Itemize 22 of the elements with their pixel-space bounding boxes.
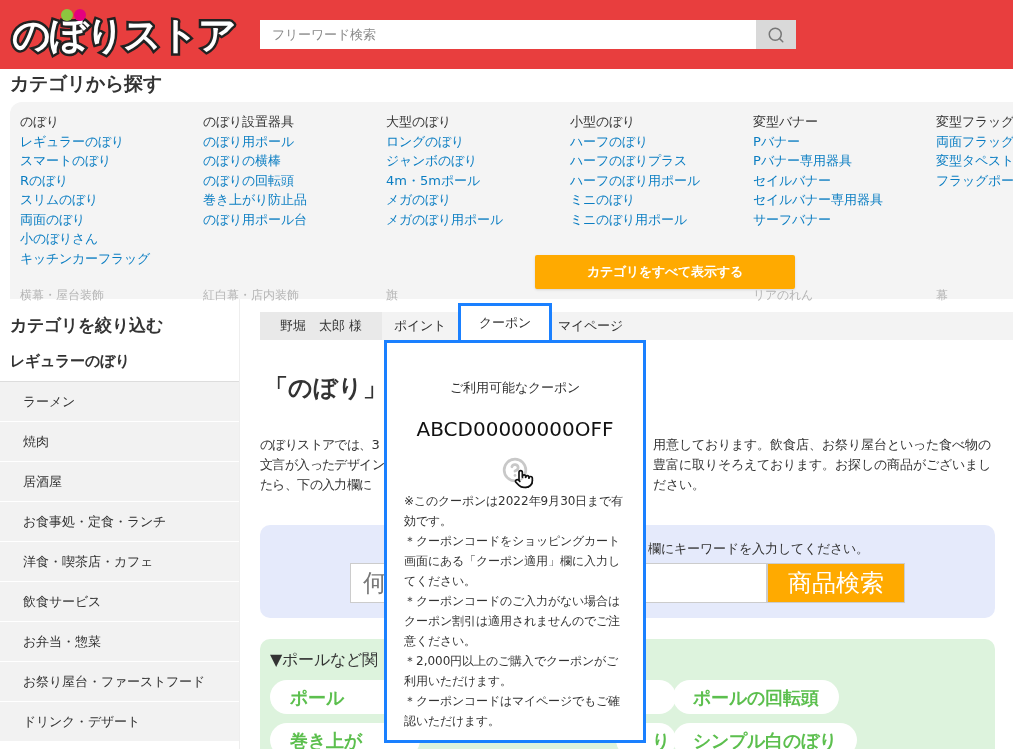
category-heading: 変型バナー: [753, 113, 819, 131]
coupon-code: ABCD00000000OFF: [416, 415, 614, 443]
related-title: ▼ポールなど関: [270, 649, 380, 671]
coupon-title: ご利用可能なクーポン: [450, 379, 580, 397]
intro-text: 豊富に取りそろえております。お探しの商品がございまし: [653, 456, 992, 474]
coupon-note: ※このクーポンは2022年9月30日まで有効です。: [404, 492, 625, 530]
coupon-note: ＊クーポンコードをショッピングカート画面にある「クーポン適用」欄に入力してください。: [404, 532, 621, 590]
intro-text: ださい。: [653, 476, 706, 494]
intro-text: 文言が入ったデザイン: [260, 456, 384, 474]
sidebar-title: カテゴリを絞り込む: [9, 314, 164, 337]
category-heading: のぼり設置器具: [203, 113, 295, 131]
search-hint: 欄にキーワードを入力してください。: [647, 540, 870, 558]
intro-text: たら、下の入力欄に: [260, 476, 373, 494]
category-heading: のぼり: [20, 113, 60, 131]
user-name: 野堀 太郎 様: [260, 312, 382, 340]
coupon-note: ＊クーポンコードのご入力がない場合はクーポン割引は適用されませんのでご注意ください。: [404, 592, 621, 650]
section-title: カテゴリから探す: [9, 71, 163, 96]
category-heading: 小型のぼり: [570, 113, 636, 131]
category-heading: 大型のぼり: [386, 113, 452, 131]
intro-text: のぼりストアでは、3: [260, 436, 381, 454]
intro-text: 用意しております。飲食店、お祭り屋台といった食べ物の: [653, 436, 992, 454]
page-heading: 「のぼり」: [264, 373, 387, 403]
